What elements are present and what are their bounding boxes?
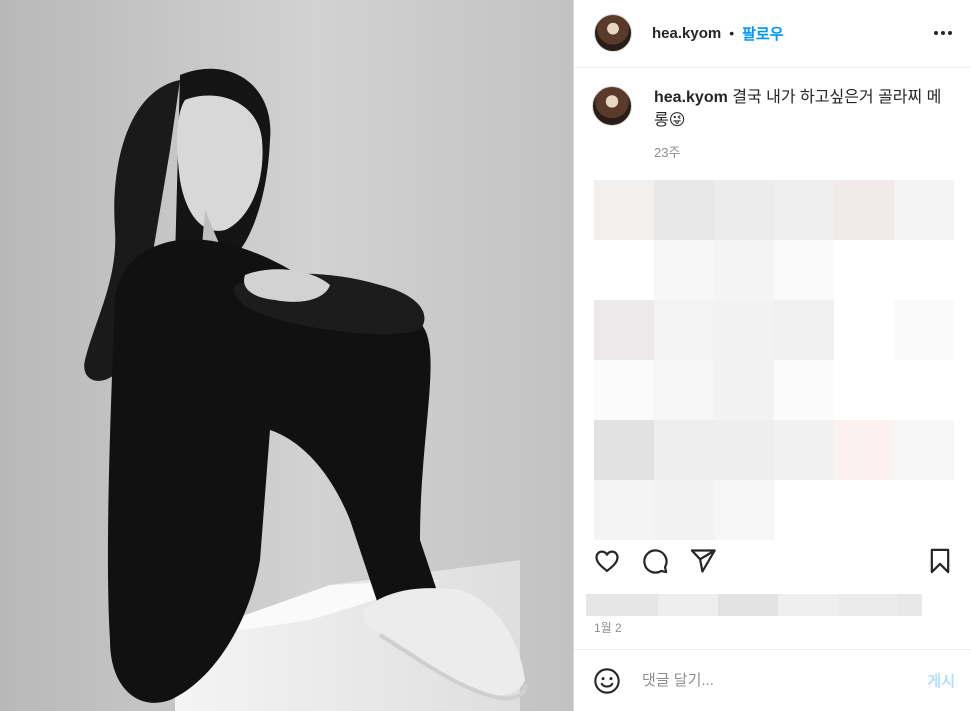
comment-input[interactable] [642,672,928,690]
comment-bar: 게시 [574,649,971,711]
caption-avatar[interactable] [592,85,632,126]
post-header: hea.kyom • 팔로우 [574,0,971,68]
post-side-panel: hea.kyom • 팔로우 hea.kyom 결국 내가 하고싶은거 골라찌 … [573,0,971,711]
caption: hea.kyom 결국 내가 하고싶은거 골라찌 메롱😜 [592,85,953,132]
heart-icon[interactable] [592,546,622,576]
caption-time[interactable]: 23주 [654,142,953,161]
caption-username[interactable]: hea.kyom [654,89,728,106]
paper-plane-icon[interactable] [688,546,718,576]
caption-area: hea.kyom 결국 내가 하고싶은거 골라찌 메롱😜 23주 [574,68,971,540]
more-horizontal-icon[interactable] [931,21,955,45]
pixelated-comments [582,179,971,540]
pixelated-likes [586,593,971,620]
author-avatar[interactable] [594,14,632,53]
author-username[interactable]: hea.kyom [652,25,721,42]
post-photo[interactable] [0,0,573,711]
follow-button[interactable]: 팔로우 [742,23,783,44]
caption-text: hea.kyom 결국 내가 하고싶은거 골라찌 메롱😜 [654,86,944,132]
post-date[interactable]: 1월 2 [594,619,971,649]
action-bar [574,536,971,586]
bookmark-icon[interactable] [925,546,955,576]
separator-dot: • [729,25,735,42]
instagram-post: hea.kyom • 팔로우 hea.kyom 결국 내가 하고싶은거 골라찌 … [0,0,971,711]
post-comment-button[interactable]: 게시 [927,670,955,691]
smiley-icon[interactable] [592,666,622,696]
comment-icon[interactable] [640,546,670,576]
woman-portrait-image [0,0,573,711]
caption-emoji: 😜 [668,111,686,129]
